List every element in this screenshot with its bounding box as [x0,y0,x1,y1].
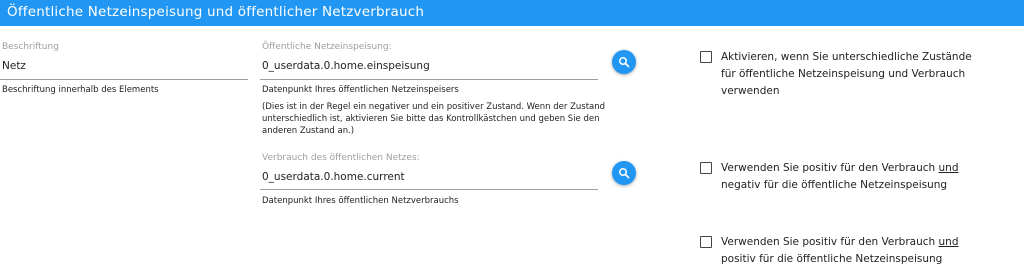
positive-positive-label-line1: Verwenden Sie positiv für den Verbrauch … [721,234,959,251]
positive-negative-label-text: Verwenden Sie positiv für den Verbrauch [721,162,939,174]
caption-helper-text: Beschriftung innerhalb des Elements [2,85,159,95]
search-icon [619,168,630,179]
caption-label: Beschriftung [2,42,59,52]
different-states-label-line1: Aktivieren, wenn Sie unterschiedliche Zu… [721,51,972,63]
consumption-helper-text: Datenpunkt Ihres öffentlichen Netzverbra… [262,196,459,206]
feed-in-input-underline [260,79,598,80]
caption-input[interactable]: Netz [2,60,26,72]
positive-positive-label-underlined: und [938,236,959,248]
positive-positive-label-text: Verwenden Sie positiv für den Verbrauch [721,236,939,248]
positive-negative-label: Verwenden Sie positiv für den Verbrauch … [721,160,959,194]
positive-negative-label-line2: negativ für die öffentliche Netzeinspeis… [721,179,948,191]
feed-in-search-button[interactable] [612,50,636,74]
different-states-label: Aktivieren, wenn Sie unterschiedliche Zu… [721,49,972,100]
consumption-label: Verbrauch des öffentlichen Netzes: [262,153,420,163]
section-title: Öffentliche Netzeinspeisung und öffentli… [7,4,425,20]
section-header: Öffentliche Netzeinspeisung und öffentli… [0,0,1024,26]
feed-in-input[interactable]: 0_userdata.0.home.einspeisung [262,60,430,72]
positive-negative-label-underlined: und [938,162,959,174]
feed-in-helper-text: Datenpunkt Ihres öffentlichen Netzeinspe… [262,85,459,95]
positive-negative-checkbox[interactable] [700,162,712,174]
different-states-label-line3: verwenden [721,85,780,97]
consumption-search-button[interactable] [612,161,636,185]
consumption-input-underline [260,189,598,190]
feed-in-note: (Dies ist in der Regel ein negativer und… [262,102,606,136]
positive-positive-label-line2: positiv für die öffentliche Netzeinspeis… [721,253,943,265]
consumption-input[interactable]: 0_userdata.0.home.current [262,171,405,183]
positive-positive-checkbox[interactable] [700,236,712,248]
search-icon [619,57,630,68]
different-states-checkbox[interactable] [700,51,712,63]
positive-positive-label: Verwenden Sie positiv für den Verbrauch … [721,234,959,268]
different-states-label-line2: für öffentliche Netzeinspeisung und Verb… [721,68,966,80]
positive-negative-label-line1: Verwenden Sie positiv für den Verbrauch … [721,160,959,177]
caption-input-underline [0,79,248,80]
feed-in-label: Öffentliche Netzeinspeisung: [262,42,392,52]
